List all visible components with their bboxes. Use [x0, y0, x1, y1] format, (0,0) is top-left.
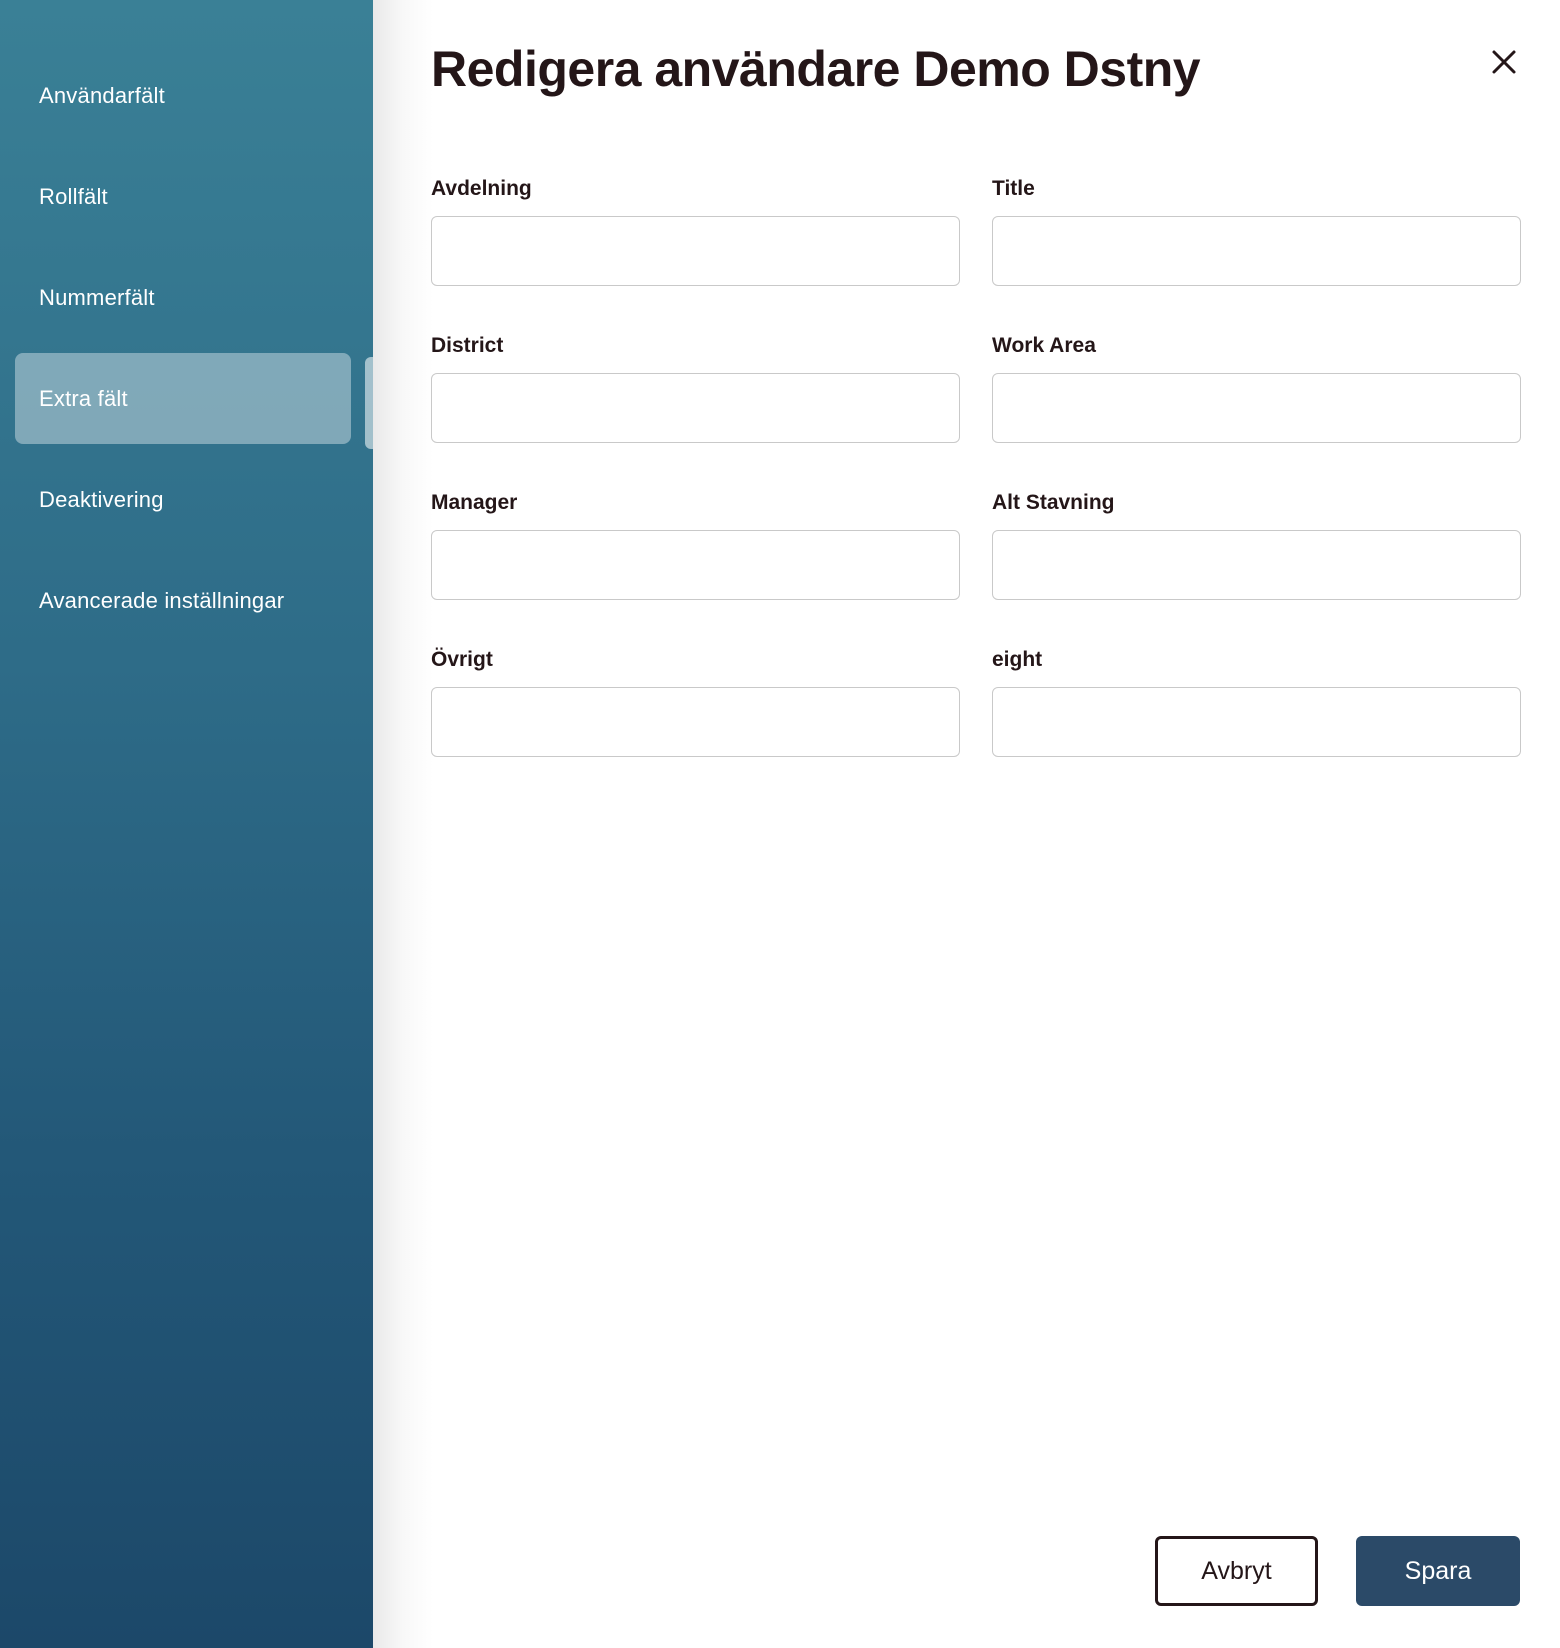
field-label: District — [431, 334, 504, 357]
field-label: Övrigt — [431, 648, 493, 671]
avdelning-input[interactable] — [431, 216, 960, 286]
field-avdelning: Avdelning — [431, 172, 960, 329]
active-item-indicator — [365, 357, 373, 449]
ovrigt-input[interactable] — [431, 687, 960, 757]
sidebar-item-anvandarfalt[interactable]: Användarfält — [15, 50, 351, 141]
sidebar-item-label: Användarfält — [39, 82, 165, 108]
sidebar-item-label: Rollfält — [39, 183, 108, 209]
manager-input[interactable] — [431, 530, 960, 600]
field-title: Title — [992, 172, 1521, 329]
field-label: Avdelning — [431, 177, 532, 200]
edit-user-panel: Redigera användare Demo Dstny Avdelning … — [373, 0, 1560, 1648]
sidebar: Användarfält Rollfält Nummerfält Extra f… — [0, 0, 373, 1648]
sidebar-item-label: Deaktivering — [39, 486, 164, 512]
app-root: Användarfält Rollfält Nummerfält Extra f… — [0, 0, 1560, 1648]
sidebar-item-deaktivering[interactable]: Deaktivering — [15, 454, 351, 545]
sidebar-item-label: Extra fält — [39, 385, 128, 411]
field-label: Alt Stavning — [992, 491, 1115, 514]
field-label: Manager — [431, 491, 518, 514]
alt-stavning-input[interactable] — [992, 530, 1521, 600]
page-title: Redigera användare Demo Dstny — [431, 41, 1201, 97]
sidebar-item-avancerade-installningar[interactable]: Avancerade inställningar — [15, 555, 351, 646]
eight-input[interactable] — [992, 687, 1521, 757]
work-area-input[interactable] — [992, 373, 1521, 443]
sidebar-item-rollfalt[interactable]: Rollfält — [15, 151, 351, 242]
field-alt-stavning: Alt Stavning — [992, 486, 1521, 643]
field-manager: Manager — [431, 486, 960, 643]
field-label: Work Area — [992, 334, 1096, 357]
field-eight: eight — [992, 643, 1521, 800]
field-work-area: Work Area — [992, 329, 1521, 486]
extra-fields-form: Avdelning Title District Work Area Manag… — [431, 172, 1521, 800]
field-district: District — [431, 329, 960, 486]
sidebar-item-extra-falt[interactable]: Extra fält — [15, 353, 351, 444]
field-label: eight — [992, 648, 1043, 671]
cancel-button[interactable]: Avbryt — [1155, 1536, 1318, 1606]
field-label: Title — [992, 177, 1035, 200]
sidebar-item-nummerfalt[interactable]: Nummerfält — [15, 252, 351, 343]
save-button[interactable]: Spara — [1356, 1536, 1520, 1606]
district-input[interactable] — [431, 373, 960, 443]
sidebar-item-label: Avancerade inställningar — [39, 587, 285, 613]
title-input[interactable] — [992, 216, 1521, 286]
field-ovrigt: Övrigt — [431, 643, 960, 800]
sidebar-nav: Användarfält Rollfält Nummerfält Extra f… — [15, 50, 351, 656]
close-button[interactable] — [1486, 44, 1522, 80]
close-icon — [1492, 50, 1516, 74]
sidebar-item-label: Nummerfält — [39, 284, 155, 310]
